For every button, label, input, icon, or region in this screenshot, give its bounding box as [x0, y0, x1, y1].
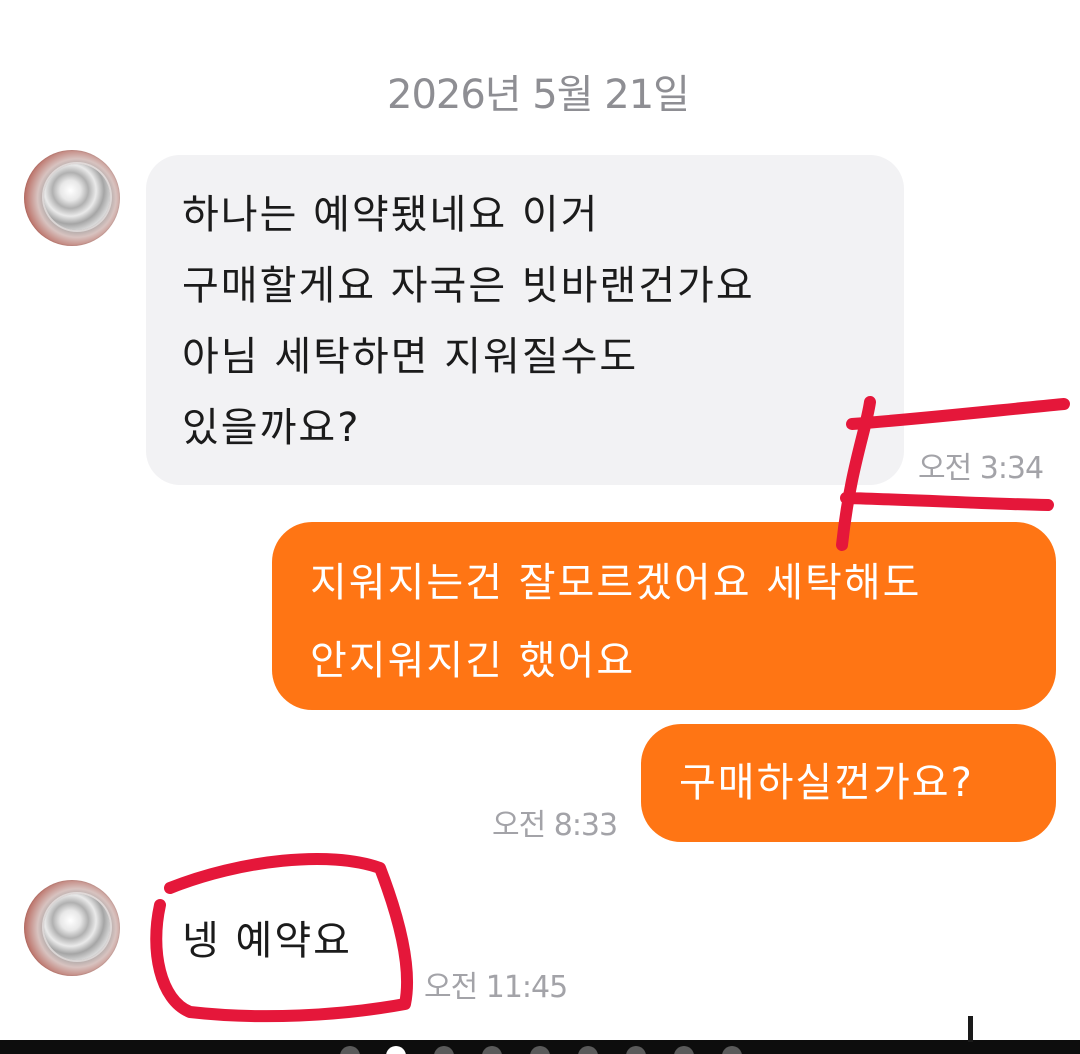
message-bubble-incoming[interactable]: 하나는 예약됐네요 이거 구매할게요 자국은 빗바랜건가요 아님 세탁하면 지워… [146, 155, 904, 485]
message-timestamp: 오전 3:34 [918, 451, 1044, 486]
sender-avatar[interactable] [24, 150, 120, 246]
message-bubble-outgoing[interactable]: 구매하실껀가요? [641, 724, 1056, 842]
chat-screen: 2026년 5월 21일 하나는 예약됐네요 이거 구매할게요 자국은 빗바랜건… [0, 0, 1080, 1054]
coin-avatar-icon [44, 164, 110, 230]
message-timestamp: 오전 11:45 [424, 970, 568, 1005]
message-timestamp: 오전 8:33 [492, 808, 618, 843]
message-bubble-incoming[interactable]: 넹 예약요 [146, 880, 408, 1000]
divider [968, 1016, 973, 1042]
date-separator: 2026년 5월 21일 [387, 72, 690, 118]
coin-avatar-icon [44, 894, 110, 960]
message-bubble-outgoing[interactable]: 지워지는건 잘모르겠어요 세탁해도 안지워지긴 했어요 [272, 522, 1056, 710]
sender-avatar[interactable] [24, 880, 120, 976]
